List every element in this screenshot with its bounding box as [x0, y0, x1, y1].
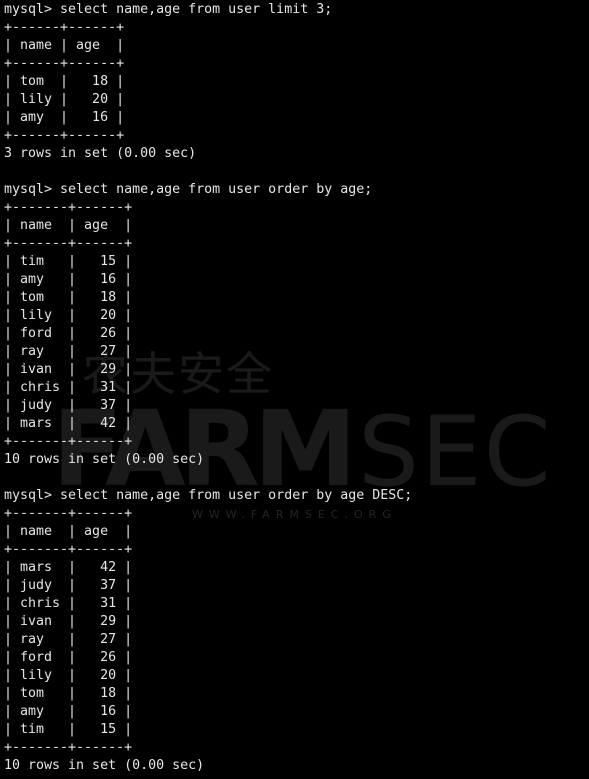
terminal-line: | tom | 18 | [4, 686, 133, 701]
terminal-line: | mars | 42 | [4, 416, 133, 431]
terminal-line: +-------+------+ [4, 740, 133, 755]
terminal-line: | name | age | [4, 38, 125, 53]
terminal-line: mysql> select name,age from user order b… [4, 182, 373, 197]
terminal-line: +-------+------+ [4, 434, 133, 449]
terminal-line: +-------+------+ [4, 236, 133, 251]
terminal-line: | amy | 16 | [4, 110, 125, 125]
terminal-line: | amy | 16 | [4, 272, 133, 287]
terminal-line: | ford | 26 | [4, 326, 133, 341]
terminal-line: | chris | 31 | [4, 380, 133, 395]
terminal-line: mysql> select name,age from user limit 3… [4, 2, 333, 17]
terminal-line: 10 rows in set (0.00 sec) [4, 452, 205, 467]
terminal-line: | chris | 31 | [4, 596, 133, 611]
terminal-line: | ford | 26 | [4, 650, 133, 665]
terminal-line: +-------+------+ [4, 506, 133, 521]
terminal-line: | judy | 37 | [4, 398, 133, 413]
terminal-line: | mars | 42 | [4, 560, 133, 575]
terminal-line: | lily | 20 | [4, 92, 125, 107]
terminal-line: 10 rows in set (0.00 sec) [4, 758, 205, 773]
terminal-line: 3 rows in set (0.00 sec) [4, 146, 197, 161]
terminal-line: mysql> select name,age from user order b… [4, 488, 413, 503]
terminal-line: | tim | 15 | [4, 722, 133, 737]
terminal-line: | name | age | [4, 218, 133, 233]
terminal-line: | tom | 18 | [4, 74, 125, 89]
terminal-line: | tim | 15 | [4, 254, 133, 269]
terminal-line: +-------+------+ [4, 542, 133, 557]
terminal-line: | lily | 20 | [4, 308, 133, 323]
terminal-line: | name | age | [4, 524, 133, 539]
terminal-line: | ray | 27 | [4, 344, 133, 359]
terminal-window[interactable]: 农夫安全 FARM SEC WWW.FARMSEC.ORG mysql> sel… [0, 0, 589, 779]
terminal-line: | lily | 20 | [4, 668, 133, 683]
terminal-line: +------+------+ [4, 20, 125, 35]
terminal-line: | amy | 16 | [4, 704, 133, 719]
terminal-line: +------+------+ [4, 128, 125, 143]
terminal-line: | ivan | 29 | [4, 362, 133, 377]
terminal-line: | judy | 37 | [4, 578, 133, 593]
terminal-line: | tom | 18 | [4, 290, 133, 305]
terminal-output: mysql> select name,age from user limit 3… [4, 1, 412, 775]
terminal-line: | ivan | 29 | [4, 614, 133, 629]
terminal-line: +------+------+ [4, 56, 125, 71]
terminal-line: +-------+------+ [4, 200, 133, 215]
terminal-line: | ray | 27 | [4, 632, 133, 647]
